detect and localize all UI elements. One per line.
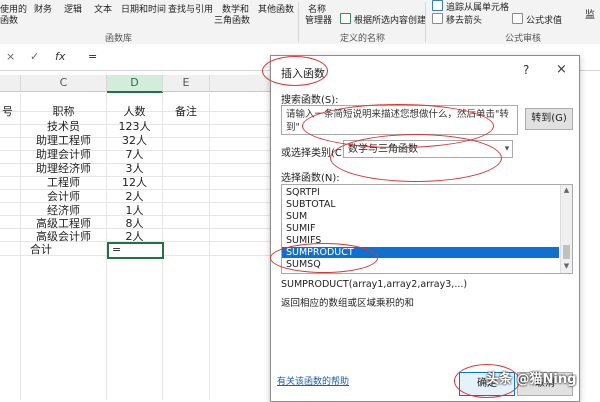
group-function-library: 函数库	[105, 34, 133, 44]
header-cell-b: 号	[2, 105, 13, 118]
remove-arrows-label: 移去箭头	[446, 16, 483, 26]
column-header-b[interactable]	[0, 75, 21, 92]
dialog-title: 插入函数	[281, 67, 325, 80]
function-description: 返回相应的数组或区域乘积的和	[281, 298, 415, 309]
ribbon-separator	[298, 2, 299, 42]
count-cell: 3人	[125, 162, 144, 175]
title-cell: 高级会计师	[36, 230, 91, 243]
header-cell-count: 人数	[123, 105, 146, 118]
trace-dependents-icon	[432, 0, 443, 11]
formula-input[interactable]: =	[88, 50, 97, 63]
search-function-label: 搜索函数(S):	[281, 95, 339, 106]
help-icon[interactable]: ?	[523, 63, 529, 77]
cancel-entry-icon[interactable]: ×	[6, 50, 15, 63]
scroll-up-icon[interactable]: ▲	[562, 186, 571, 195]
column-header-f[interactable]	[210, 75, 271, 92]
header-cell-title: 职称	[52, 105, 75, 118]
group-formula-audit: 公式审核	[505, 34, 542, 44]
chevron-down-icon[interactable]: ▾	[500, 142, 514, 156]
category-select[interactable]: 数学与三角函数	[343, 140, 513, 158]
function-list-item[interactable]: SUBTOTAL	[282, 199, 559, 210]
create-from-selection-button[interactable]: 根据所选内容创建	[340, 13, 426, 26]
logical-button[interactable]: 逻辑	[64, 2, 82, 15]
count-cell: 12人	[122, 176, 147, 189]
confirm-entry-icon[interactable]: ✓	[30, 50, 39, 63]
title-cell: 经济师	[47, 204, 80, 217]
total-label-cell: 合计	[30, 243, 52, 256]
function-help-link[interactable]: 有关该函数的帮助	[277, 374, 349, 387]
count-cell: 8人	[125, 217, 144, 230]
count-cell: 7人	[125, 148, 144, 161]
watermark: 头条 @猫Ning	[486, 372, 577, 387]
evaluate-formula-button[interactable]: 公式求值	[512, 13, 562, 26]
select-function-label: 选择函数(N):	[281, 173, 340, 184]
name-manager-label-line2: 管理器	[305, 16, 333, 26]
trace-dependents-label: 追踪从属单元格	[446, 3, 510, 13]
count-cell: 2人	[125, 190, 144, 203]
function-list-item[interactable]: SUMIF	[282, 223, 559, 234]
title-cell: 会计师	[47, 190, 80, 203]
function-signature: SUMPRODUCT(array1,array2,array3,...)	[281, 279, 468, 290]
active-cell-value: =	[112, 243, 122, 256]
insert-function-icon[interactable]: fx	[55, 50, 65, 63]
column-header-d[interactable]: D	[107, 75, 163, 93]
remove-arrows-icon	[432, 13, 443, 24]
evaluate-formula-icon	[512, 13, 523, 24]
financial-button[interactable]: 财务	[34, 2, 52, 15]
text-button[interactable]: 文本	[94, 2, 112, 15]
remove-arrows-button[interactable]: 移去箭头	[432, 13, 482, 26]
category-label: 或选择类别(C):	[281, 148, 350, 159]
more-functions-button[interactable]: 其他函数	[258, 2, 294, 15]
close-icon[interactable]: ×	[556, 62, 567, 77]
active-cell[interactable]: =	[107, 242, 164, 259]
grid-divider	[209, 93, 210, 400]
title-cell: 工程师	[47, 176, 80, 189]
group-defined-names: 定义的名称	[340, 34, 386, 44]
title-cell: 高级工程师	[36, 217, 91, 230]
create-from-selection-icon	[340, 13, 351, 24]
ribbon-separator-2	[425, 2, 426, 42]
column-header-c[interactable]: C	[21, 75, 107, 92]
search-function-input[interactable]: 请输入一条简短说明来描述您想做什么，然后单击"转到"	[281, 105, 518, 135]
function-list-item[interactable]: SQRTPI	[282, 187, 559, 198]
watch-window-button[interactable]: 监	[585, 6, 595, 21]
scrollbar-thumb[interactable]	[563, 245, 570, 259]
evaluate-formula-label: 公式求值	[526, 16, 563, 26]
title-cell: 助理工程师	[36, 134, 91, 147]
count-cell: 32人	[122, 134, 147, 147]
function-list-item[interactable]: SUM	[282, 211, 559, 222]
recently-used-label-line2: 函数	[0, 16, 19, 26]
function-list[interactable]: SQRTPI SUBTOTAL SUM SUMIF SUMIFS SUMPROD…	[281, 184, 573, 274]
column-header-e[interactable]: E	[163, 75, 210, 92]
header-cell-notes: 备注	[175, 105, 197, 118]
count-cell: 123人	[118, 120, 151, 133]
function-list-scrollbar[interactable]: ▲ ▼	[560, 185, 572, 273]
create-from-selection-label: 根据所选内容创建	[354, 16, 427, 26]
count-cell: 1人	[125, 204, 144, 217]
function-list-item[interactable]: SUMIFS	[282, 235, 559, 246]
title-cell: 助理会计师	[36, 148, 91, 161]
trace-dependents-button[interactable]: 追踪从属单元格	[432, 0, 509, 13]
title-cell: 助理经济师	[36, 162, 91, 175]
insert-function-dialog: 插入函数 ? × 搜索函数(S): 请输入一条简短说明来描述您想做什么，然后单击…	[270, 55, 580, 402]
function-list-item-selected[interactable]: SUMPRODUCT	[282, 247, 559, 258]
ribbon: 使用的 函数 财务 逻辑 文本 日期和时间 查找与引用 数学和 三角函数 其他函…	[0, 0, 600, 45]
math-trig-label-line2: 三角函数	[214, 16, 251, 26]
date-time-button[interactable]: 日期和时间	[121, 2, 166, 15]
lookup-reference-button[interactable]: 查找与引用	[168, 2, 213, 15]
function-list-item[interactable]: SUMSQ	[282, 259, 559, 270]
scroll-down-icon[interactable]: ▼	[562, 262, 571, 271]
goto-button[interactable]: 转到(G)	[525, 108, 573, 130]
title-cell: 技术员	[47, 120, 80, 133]
